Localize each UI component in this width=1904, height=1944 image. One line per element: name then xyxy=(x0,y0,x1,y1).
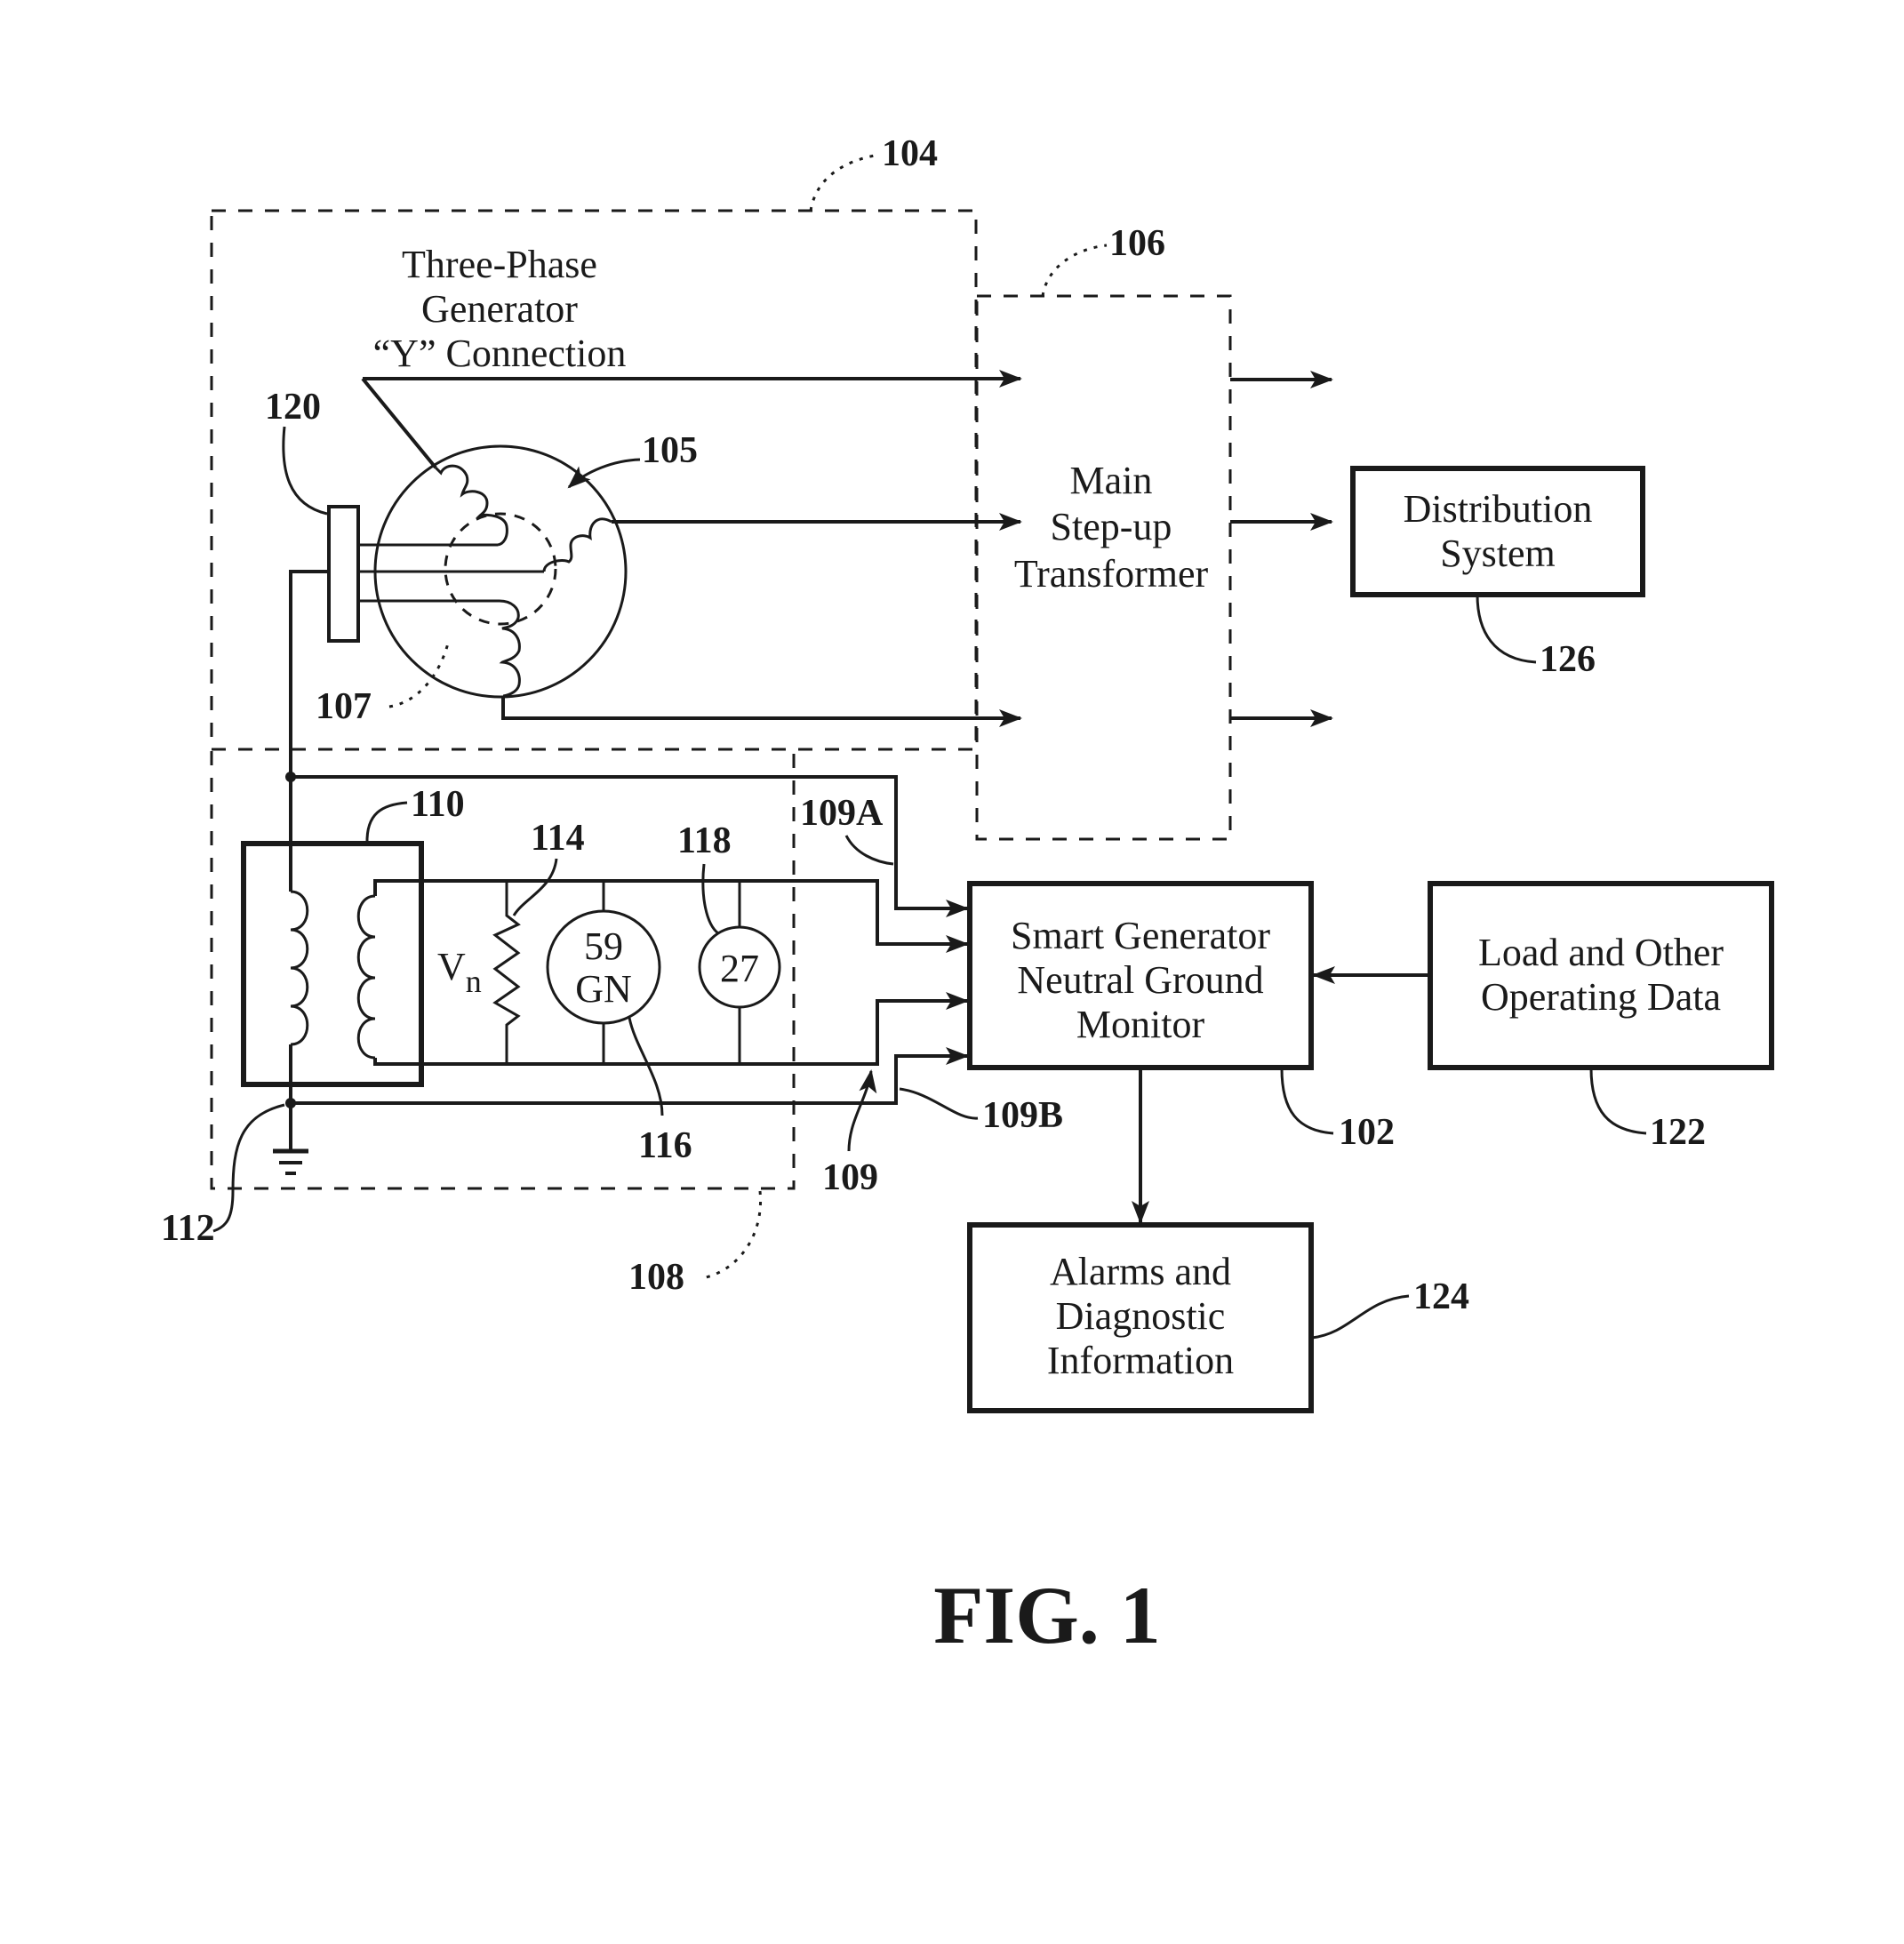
resistor-114 xyxy=(492,881,521,1064)
ref-116: 116 xyxy=(638,1125,692,1166)
relay-27-label: 27 xyxy=(720,947,759,990)
leader-107 xyxy=(388,639,451,708)
distribution-label-line-1: Distribution xyxy=(1404,487,1593,531)
leader-118 xyxy=(701,863,720,935)
secondary-bottom-bus xyxy=(373,992,969,1066)
resistor-voltage-label: Vn xyxy=(437,945,482,999)
winding-c-coil xyxy=(499,599,521,698)
leader-112 xyxy=(212,1103,285,1233)
ref-105: 105 xyxy=(642,430,698,471)
monitor-label-line-3: Monitor xyxy=(1076,1003,1205,1046)
load-label-line-1: Load and Other xyxy=(1478,931,1724,974)
generator-neutral-circle xyxy=(444,512,557,626)
alarms-label-line-2: Diagnostic xyxy=(1056,1294,1226,1338)
leader-108 xyxy=(701,1190,763,1280)
leader-126 xyxy=(1476,594,1537,664)
distribution-label-line-2: System xyxy=(1440,532,1556,575)
winding-a-coil xyxy=(434,464,508,547)
secondary-top-bus xyxy=(373,879,969,953)
leader-109a xyxy=(844,835,894,866)
phase-c-wire xyxy=(501,696,1022,727)
ref-122: 122 xyxy=(1650,1112,1706,1153)
ref-114: 114 xyxy=(531,818,585,859)
ref-102: 102 xyxy=(1339,1112,1395,1153)
ref-126: 126 xyxy=(1540,639,1596,680)
relay-59gn-label-line-1: 59 xyxy=(584,924,623,968)
alarms-label-line-3: Information xyxy=(1047,1339,1234,1382)
alarms-label-line-1: Alarms and xyxy=(1050,1250,1231,1293)
leader-114 xyxy=(512,858,558,916)
generator-title-line-1: Three-Phase xyxy=(402,243,597,286)
generator-symbol xyxy=(327,444,628,699)
ref-109a: 109A xyxy=(800,793,884,834)
leader-109b xyxy=(899,1087,979,1120)
figure-caption: FIG. 1 xyxy=(933,1570,1161,1660)
leader-106 xyxy=(1041,244,1108,297)
leader-102 xyxy=(1280,1068,1334,1135)
generator-title-line-3: “Y” Connection xyxy=(373,332,627,375)
ground-icon xyxy=(273,1148,308,1175)
transformer-label-line-2: Step-up xyxy=(1051,505,1172,548)
ref-124: 124 xyxy=(1413,1276,1469,1317)
ref-112: 112 xyxy=(161,1208,215,1249)
ref-106: 106 xyxy=(1109,223,1165,264)
load-label-line-2: Operating Data xyxy=(1481,975,1721,1019)
ref-104: 104 xyxy=(882,133,938,174)
ref-107: 107 xyxy=(316,686,372,727)
ref-118: 118 xyxy=(677,820,732,861)
monitor-label-line-1: Smart Generator xyxy=(1011,914,1270,957)
primary-coil xyxy=(290,890,309,1046)
leader-110 xyxy=(365,801,408,844)
leader-116 xyxy=(628,1017,664,1116)
transformer-label-line-3: Transformer xyxy=(1014,552,1209,596)
fig1-diagram: 104 Three-Phase Generator “Y” Connection… xyxy=(161,133,1774,1660)
leader-122 xyxy=(1589,1068,1647,1135)
leader-120 xyxy=(282,426,328,516)
leader-104 xyxy=(809,153,881,212)
transformer-label-line-1: Main xyxy=(1070,459,1153,502)
generator-title-line-2: Generator xyxy=(421,287,578,331)
generator-enclosure-104 xyxy=(210,209,978,751)
ref-109b: 109B xyxy=(982,1095,1063,1136)
leader-109 xyxy=(847,1069,877,1152)
ref-110: 110 xyxy=(411,784,465,825)
slip-ring-120 xyxy=(327,505,360,643)
monitor-label-line-2: Neutral Ground xyxy=(1017,958,1263,1002)
ref-120: 120 xyxy=(265,387,321,428)
ref-109: 109 xyxy=(822,1157,878,1198)
leader-124 xyxy=(1311,1294,1410,1340)
relay-59gn-label-line-2: GN xyxy=(575,967,632,1011)
ref-108: 108 xyxy=(628,1257,684,1298)
secondary-coil xyxy=(356,894,376,1060)
